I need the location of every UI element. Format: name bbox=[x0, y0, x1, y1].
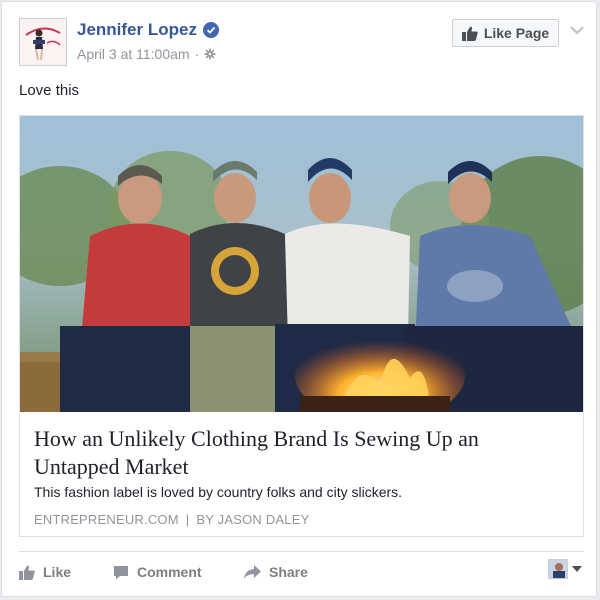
post-text: Love this bbox=[19, 82, 80, 99]
reaction-selector[interactable] bbox=[548, 559, 582, 579]
caret-down-icon bbox=[572, 566, 582, 572]
author-name[interactable]: Jennifer Lopez bbox=[77, 20, 197, 40]
share-label: Share bbox=[269, 564, 308, 580]
share-button[interactable]: Share bbox=[244, 562, 308, 582]
comment-icon bbox=[114, 565, 128, 579]
link-headline: How an Unlikely Clothing Brand Is Sewing… bbox=[34, 426, 479, 479]
comment-button[interactable]: Comment bbox=[113, 562, 202, 582]
post-timestamp[interactable]: April 3 at 11:00am bbox=[77, 46, 190, 62]
actions-divider bbox=[19, 551, 584, 552]
link-description: This fashion label is loved by country f… bbox=[34, 484, 403, 500]
meta-separator: · bbox=[194, 46, 200, 62]
link-preview[interactable]: How an Unlikely Clothing Brand Is Sewing… bbox=[19, 115, 584, 537]
share-icon bbox=[244, 564, 261, 579]
link-domain: ENTREPRENEUR.COM bbox=[34, 512, 179, 527]
post-meta: April 3 at 11:00am · bbox=[77, 46, 216, 62]
post-card: Jennifer Lopez April 3 at 11:00am · Like… bbox=[1, 1, 597, 597]
gear-icon[interactable] bbox=[204, 48, 216, 60]
verified-badge-icon bbox=[202, 22, 219, 38]
link-source: ENTREPRENEUR.COM | BY JASON DALEY bbox=[34, 512, 309, 527]
like-label: Like bbox=[43, 564, 72, 580]
post-author: Jennifer Lopez bbox=[77, 20, 219, 40]
link-preview-image bbox=[20, 116, 583, 412]
link-byline: BY JASON DALEY bbox=[196, 512, 310, 527]
chevron-down-icon[interactable] bbox=[570, 22, 584, 40]
author-avatar[interactable] bbox=[19, 18, 67, 66]
viewer-avatar bbox=[548, 559, 568, 579]
avatar-image bbox=[20, 19, 66, 65]
thumbs-up-icon bbox=[19, 565, 35, 580]
like-page-button[interactable]: Like Page bbox=[452, 19, 559, 47]
thumbs-up-icon bbox=[461, 26, 478, 41]
like-button[interactable]: Like bbox=[19, 562, 71, 582]
source-separator: | bbox=[185, 512, 190, 527]
like-page-label: Like Page bbox=[483, 25, 550, 41]
comment-label: Comment bbox=[137, 564, 202, 580]
